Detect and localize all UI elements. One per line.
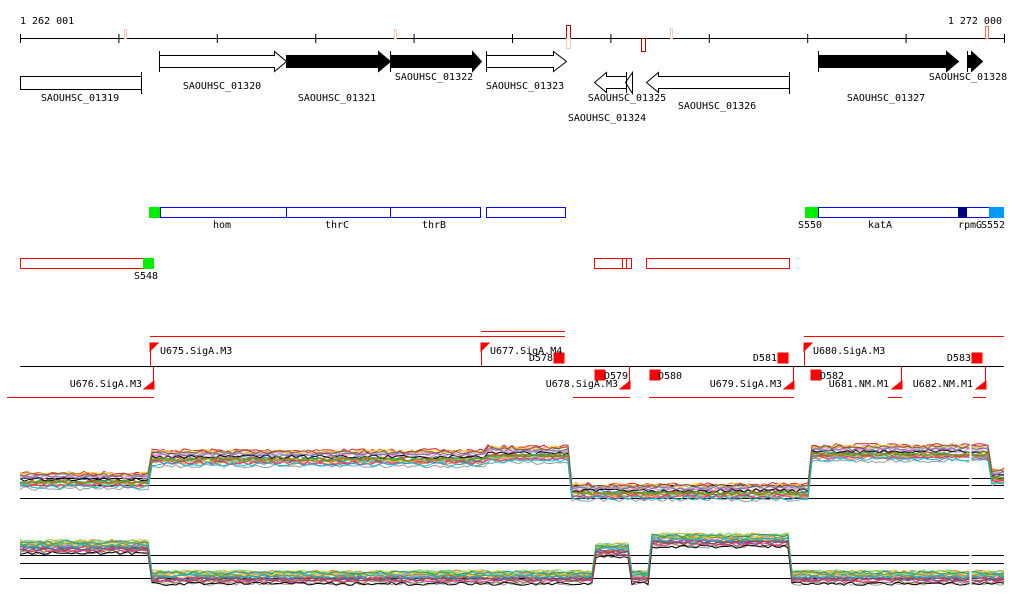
gene-SAOUHSC_01322[interactable]: SAOUHSC_01322 <box>390 50 483 83</box>
promoter-U676[interactable] <box>142 366 155 390</box>
svg-text:SAOUHSC_01321: SAOUHSC_01321 <box>298 93 376 104</box>
promoter-U677[interactable] <box>480 342 491 366</box>
promoter-terminator-track: U675.SigA.M3 U676.SigA.M3 U677.SigA.M4 U… <box>7 331 1004 398</box>
promoter-label-U680: U680.SigA.M3 <box>813 346 885 357</box>
ruler-start-label: 1 262 001 <box>20 16 74 27</box>
promoter-U681[interactable] <box>890 366 903 390</box>
expression-profile-line <box>19 532 1005 574</box>
terminator-label-D578: D578 <box>529 353 553 364</box>
gene-box-thrC[interactable] <box>286 207 391 218</box>
coordinate-ruler: 1 262 001 1 272 000 <box>20 16 1005 52</box>
promoter-label-U675: U675.SigA.M3 <box>160 346 232 357</box>
expression-track-1 <box>19 440 1005 515</box>
transcript-box[interactable] <box>594 258 623 269</box>
svg-text:SAOUHSC_01320: SAOUHSC_01320 <box>183 81 261 92</box>
ruler-marker <box>566 25 571 39</box>
promoter-U679[interactable] <box>782 366 795 390</box>
label-S550: S550 <box>798 220 822 231</box>
gene-SAOUHSC_01326[interactable]: SAOUHSC_01326 <box>645 71 790 112</box>
terminator-label-D581: D581 <box>753 353 777 364</box>
gene-annotation-track: SAOUHSC_01319 SAOUHSC_01320 SAOUHSC_0132… <box>20 50 1007 124</box>
gene-label-thrB: thrB <box>422 220 446 231</box>
transcript-box[interactable] <box>626 258 632 269</box>
expression-profile-line <box>19 535 1005 577</box>
srna-marker[interactable] <box>149 207 160 218</box>
expression-profile-line <box>19 532 1005 575</box>
gene-SAOUHSC_01319[interactable]: SAOUHSC_01319 <box>20 72 142 104</box>
terminator-D581[interactable] <box>777 352 789 364</box>
transcript-box[interactable] <box>622 258 627 269</box>
svg-text:SAOUHSC_01323: SAOUHSC_01323 <box>486 81 564 92</box>
svg-text:SAOUHSC_01327: SAOUHSC_01327 <box>847 93 925 104</box>
svg-text:SAOUHSC_01322: SAOUHSC_01322 <box>395 72 473 83</box>
promoter-U675[interactable] <box>149 342 160 366</box>
svg-text:SAOUHSC_01326: SAOUHSC_01326 <box>678 101 756 112</box>
gene-SAOUHSC_01321[interactable]: SAOUHSC_01321 <box>286 50 392 105</box>
genome-tracks: 1 262 001 1 272 000 SAOUHSC_01319 SAOUHS… <box>7 16 1007 595</box>
svg-text:SAOUHSC_01325: SAOUHSC_01325 <box>588 93 666 104</box>
ruler-marker <box>124 29 127 39</box>
gene-name-track: hom thrC thrB S550 katA rpmG S552 <box>149 207 1005 231</box>
svg-text:SAOUHSC_01328: SAOUHSC_01328 <box>929 72 1007 83</box>
terminator-label-D582: D582 <box>820 371 844 382</box>
label-S548: S548 <box>134 271 158 282</box>
gene-label-hom: hom <box>213 220 231 231</box>
expression-profile-line <box>19 533 1005 575</box>
gene-label-katA: katA <box>868 220 892 231</box>
svg-text:SAOUHSC_01319: SAOUHSC_01319 <box>41 93 119 104</box>
terminator-label-D583: D583 <box>947 353 971 364</box>
srna-marker-S550[interactable] <box>805 207 818 218</box>
promoter-U682[interactable] <box>974 366 987 390</box>
terminator-label-D580: D580 <box>658 371 682 382</box>
expression-profile-line <box>19 458 1005 503</box>
ruler-end-label: 1 272 000 <box>948 16 1002 27</box>
terminator-label-D579: D579 <box>604 371 628 382</box>
gene-label-rpmG: rpmG <box>958 220 982 231</box>
transcript-box[interactable] <box>20 258 145 269</box>
transcript-box[interactable] <box>646 258 790 269</box>
gene-SAOUHSC_01320[interactable]: SAOUHSC_01320 <box>159 50 288 92</box>
promoter-U680[interactable] <box>803 342 814 366</box>
gene-box-thrB[interactable] <box>390 207 481 218</box>
ruler-marker <box>641 38 646 52</box>
label-S552: S552 <box>981 220 1005 231</box>
expression-profile-line <box>20 532 1005 574</box>
srna-marker-S552[interactable] <box>989 207 1004 218</box>
expression-profile-line <box>19 535 1005 577</box>
promoter-label-U676: U676.SigA.M3 <box>70 379 142 390</box>
gene-label-thrC: thrC <box>325 220 349 231</box>
ruler-marker <box>566 38 571 49</box>
gene-SAOUHSC_01323[interactable]: SAOUHSC_01323 <box>486 50 568 92</box>
promoter-label-U682: U682.NM.M1 <box>913 379 973 390</box>
gene-box[interactable] <box>486 207 566 218</box>
transcript-track: S548 <box>20 258 790 282</box>
gene-box-katA[interactable] <box>818 207 1001 218</box>
expression-track-2 <box>19 530 1005 595</box>
terminator-D583[interactable] <box>971 352 983 364</box>
promoter-label-U679: U679.SigA.M3 <box>710 379 782 390</box>
ruler-marker <box>985 26 989 39</box>
gene-box-hom[interactable] <box>160 207 287 218</box>
srna-marker-S548[interactable] <box>143 258 154 269</box>
svg-text:SAOUHSC_01324: SAOUHSC_01324 <box>568 113 646 124</box>
ruler-marker <box>394 29 397 39</box>
genome-browser: 1 262 001 1 272 000 SAOUHSC_01319 SAOUHS… <box>0 0 1024 611</box>
gene-box-rpmG[interactable] <box>958 207 967 218</box>
ruler-marker <box>670 28 673 39</box>
